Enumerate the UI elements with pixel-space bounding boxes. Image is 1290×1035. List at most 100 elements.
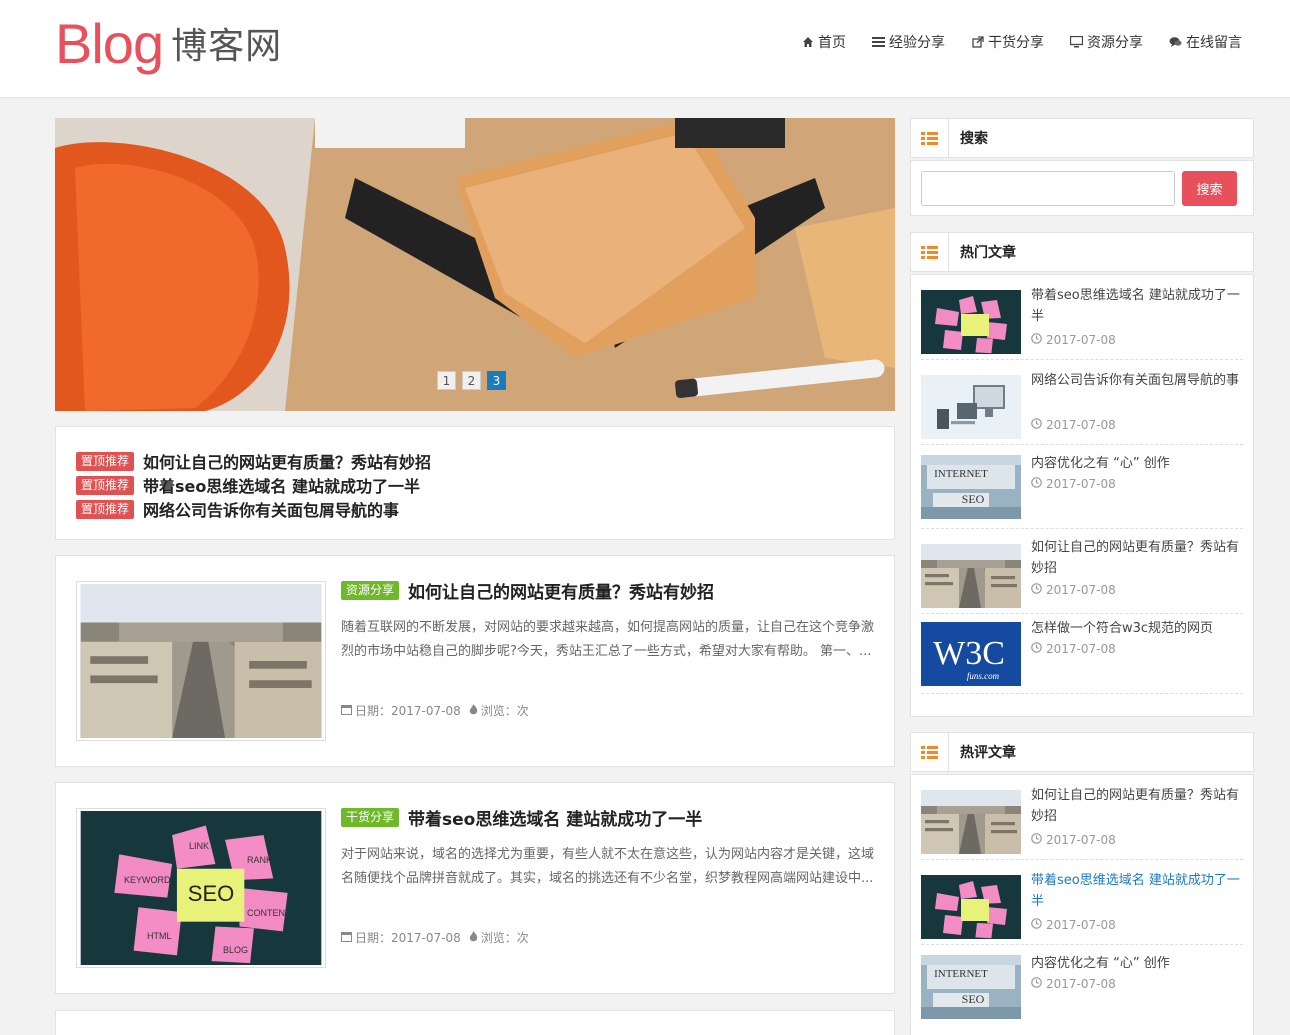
article-date: 2017-07-08 [1031,642,1116,656]
clock-icon [1031,833,1042,847]
post-card [55,1010,895,1035]
article-thumbnail[interactable] [921,290,1021,354]
list-item[interactable]: 带着seo思维选域名 建站就成功了一半 2017-07-08 [921,275,1243,360]
article-date: 2017-07-08 [1031,333,1116,347]
list-item[interactable]: W3C funs.com 怎样做一个符合w3c规范的网页 2017-07-08 [921,614,1243,694]
article-date: 2017-07-08 [1031,477,1116,491]
nav-item-dry-goods[interactable]: 干货分享 [971,32,1044,52]
date-text: 2017-07-08 [1046,418,1116,432]
post-views: 浏览：次 [480,704,529,718]
slider-page-2[interactable]: 2 [462,371,481,390]
post-thumbnail[interactable] [76,581,326,741]
nav-item-guestbook[interactable]: 在线留言 [1169,32,1242,52]
slider-page-1[interactable]: 1 [437,371,456,390]
article-thumbnail[interactable]: INTERNET SEO [921,955,1021,1019]
post-thumbnail[interactable]: SEO LINK KEYWORD RANK CONTENT HTML BLOG [76,808,326,968]
post-views: 浏览：次 [480,931,529,945]
category-tag[interactable]: 资源分享 [341,580,400,600]
article-thumbnail[interactable]: INTERNET SEO [921,455,1021,519]
main-nav: 首页 经验分享 干货分享 资源分享 在线留言 [801,32,1242,52]
category-tag[interactable]: 干货分享 [341,807,400,827]
article-thumbnail[interactable]: W3C funs.com [921,622,1021,686]
post-card: SEO LINK KEYWORD RANK CONTENT HTML BLOG … [55,782,895,994]
date-text: 2017-07-08 [1046,977,1116,991]
hero-slider[interactable]: 1 2 3 [55,118,895,411]
clock-icon [1031,642,1042,656]
thumb-text: SEO [188,881,234,906]
thumb-text: HTML [147,931,172,941]
sticky-title[interactable]: 如何让自己的网站更有质量？秀站有妙招 [143,449,431,473]
post-excerpt: 随着互联网的不断发展，对网站的要求越来越高，如何提高网站的质量，让自己在这个竞争… [341,620,875,659]
sticky-posts: 置顶推荐 如何让自己的网站更有质量？秀站有妙招 置顶推荐 带着seo思维选域名 … [55,426,895,540]
sticky-item: 置顶推荐 如何让自己的网站更有质量？秀站有妙招 [76,449,874,473]
home-icon [801,36,814,49]
sticky-title[interactable]: 带着seo思维选域名 建站就成功了一半 [143,473,420,497]
list-item[interactable]: 带着seo思维选域名 建站就成功了一半 2017-07-08 [921,860,1243,945]
nav-label: 在线留言 [1186,35,1242,51]
list-item[interactable]: 网络公司告诉你有关面包屑导航的事 2017-07-08 [921,360,1243,445]
article-title[interactable]: 怎样做一个符合w3c规范的网页 [1031,618,1245,639]
sticky-item: 置顶推荐 网络公司告诉你有关面包屑导航的事 [76,497,874,521]
nav-label: 首页 [818,35,846,51]
thumb-text: SEO [962,492,985,506]
article-date: 2017-07-08 [1031,418,1116,432]
slider-page-3[interactable]: 3 [487,371,506,390]
comment-widget: 如何让自己的网站更有质量？秀站有妙招 2017-07-08 带着seo思维选域名… [910,774,1254,1035]
article-thumbnail[interactable] [921,544,1021,608]
nav-label: 干货分享 [988,35,1044,51]
post-meta: 日期：2017-07-08 浏览：次 [341,929,876,946]
post-title[interactable]: 带着seo思维选域名 建站就成功了一半 [408,805,702,830]
article-title[interactable]: 如何让自己的网站更有质量？秀站有妙招 [1031,785,1245,827]
article-title[interactable]: 带着seo思维选域名 建站就成功了一半 [1031,870,1245,912]
list-icon [872,36,885,49]
thumb-text: KEYWORD [124,875,171,885]
date-text: 2017-07-08 [1046,918,1116,932]
list-item[interactable]: INTERNET SEO 内容优化之有 “心” 创作 2017-07-08 [921,445,1243,529]
clock-icon [1031,583,1042,597]
list-item[interactable]: INTERNET SEO 内容优化之有 “心” 创作 2017-07-08 [921,945,1243,1030]
list-item[interactable]: 如何让自己的网站更有质量？秀站有妙招 2017-07-08 [921,529,1243,614]
clock-icon [1031,977,1042,991]
search-button[interactable]: 搜索 [1182,171,1237,206]
article-title[interactable]: 内容优化之有 “心” 创作 [1031,953,1245,974]
thumb-text: LINK [189,841,209,851]
search-input[interactable] [921,171,1175,206]
list-item[interactable]: 如何让自己的网站更有质量？秀站有妙招 2017-07-08 [921,775,1243,860]
list-icon [911,119,949,157]
article-title[interactable]: 带着seo思维选域名 建站就成功了一半 [1031,285,1245,327]
desktop-icon [1070,36,1083,49]
slider-pagination: 1 2 3 [437,371,506,390]
date-text: 2017-07-08 [1046,642,1116,656]
article-title[interactable]: 网络公司告诉你有关面包屑导航的事 [1031,370,1245,391]
clock-icon [1031,333,1042,347]
comments-icon [1169,36,1182,49]
nav-item-resources[interactable]: 资源分享 [1070,32,1143,52]
widget-title: 热评文章 [960,745,1016,761]
article-thumbnail[interactable] [921,375,1021,439]
sticky-title[interactable]: 网络公司告诉你有关面包屑导航的事 [143,497,399,521]
nav-item-home[interactable]: 首页 [801,32,846,52]
article-title[interactable]: 如何让自己的网站更有质量？秀站有妙招 [1031,537,1245,579]
calendar-icon [341,704,352,718]
post-card: 资源分享 如何让自己的网站更有质量？秀站有妙招 随着互联网的不断发展，对网站的要… [55,555,895,767]
post-body: 资源分享 如何让自己的网站更有质量？秀站有妙招 随着互联网的不断发展，对网站的要… [341,578,876,719]
date-text: 2017-07-08 [1046,333,1116,347]
list-icon [911,733,949,771]
hot-widget: 带着seo思维选域名 建站就成功了一半 2017-07-08 网络公司告诉你有关… [910,274,1254,717]
share-icon [971,36,984,49]
site-header: Blog 博客网 首页 经验分享 干货分享 资源分享 在线留言 [0,0,1290,98]
fire-icon [469,703,478,718]
post-title[interactable]: 如何让自己的网站更有质量？秀站有妙招 [408,578,714,603]
thumb-text: SEO [962,992,985,1006]
thumb-text: RANK [247,855,272,865]
search-widget: 搜索 [910,160,1254,216]
list-icon [911,233,949,271]
thumb-text: BLOG [223,945,248,955]
article-thumbnail[interactable] [921,790,1021,854]
site-logo[interactable]: Blog 博客网 [55,12,282,78]
article-title[interactable]: 内容优化之有 “心” 创作 [1031,453,1245,474]
post-excerpt: 对于网站来说，域名的选择尤为重要，有些人就不太在意这些，认为网站内容才是关键，这… [341,847,875,886]
post-date: 日期：2017-07-08 [355,931,461,945]
nav-item-experience[interactable]: 经验分享 [872,32,945,52]
article-thumbnail[interactable] [921,875,1021,939]
